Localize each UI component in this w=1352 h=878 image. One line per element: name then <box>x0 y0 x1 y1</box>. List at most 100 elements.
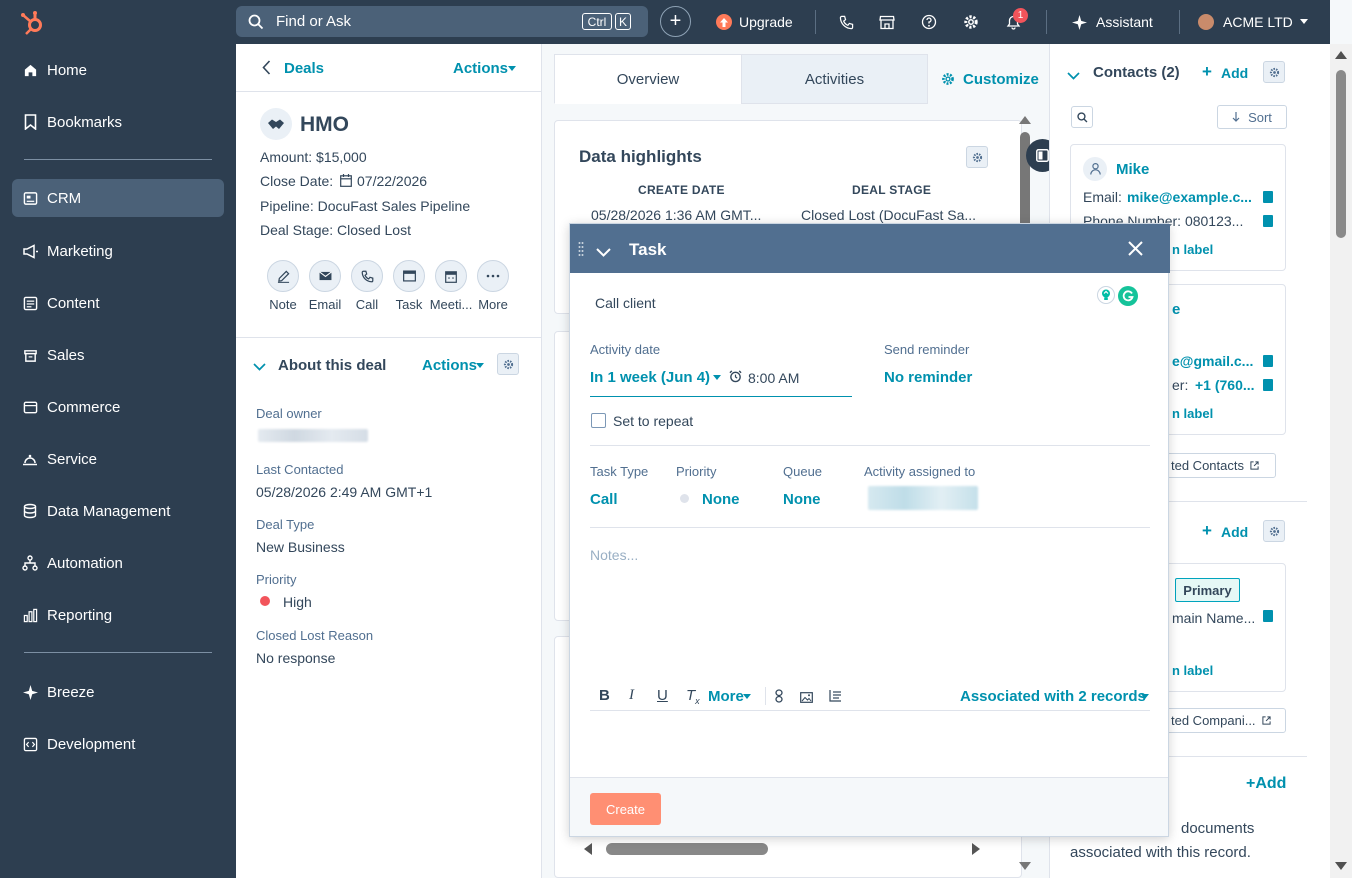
copy-icon[interactable] <box>1263 610 1273 622</box>
avatar[interactable] <box>1198 14 1214 30</box>
help-icon[interactable] <box>919 12 939 32</box>
copy-icon[interactable] <box>1263 215 1273 227</box>
email-button[interactable] <box>309 260 341 292</box>
add-company-button[interactable]: Add <box>1221 524 1248 540</box>
search-input[interactable]: Find or Ask Ctrl K <box>236 6 648 37</box>
contacts-settings-gear-icon[interactable] <box>1263 61 1285 83</box>
task-title-input[interactable]: Call client <box>595 295 656 311</box>
nav-item-bookmarks[interactable]: Bookmarks <box>12 103 224 141</box>
nav-item-data-management[interactable]: Data Management <box>12 492 224 530</box>
priority-value[interactable]: High <box>283 594 312 610</box>
upgrade-button[interactable]: Upgrade <box>739 14 793 30</box>
create-button[interactable]: Create <box>590 793 661 825</box>
deal-pipeline[interactable]: Pipeline: DocuFast Sales Pipeline <box>260 198 470 214</box>
customize-button[interactable]: Customize <box>963 71 1039 88</box>
scroll-up-arrow-icon[interactable] <box>1335 51 1347 59</box>
notes-editor[interactable]: Notes... <box>590 547 638 563</box>
nav-item-automation[interactable]: Automation <box>12 544 224 582</box>
call-button[interactable] <box>351 260 383 292</box>
italic-button[interactable]: I <box>629 687 634 704</box>
nav-item-home[interactable]: Home <box>12 51 224 89</box>
contact-name-link[interactable]: e <box>1172 301 1180 318</box>
closed-lost-reason-value[interactable]: No response <box>256 650 335 666</box>
contact-email-link[interactable]: e@gmail.c... <box>1172 353 1253 369</box>
association-label-link[interactable]: n label <box>1172 242 1213 257</box>
meeting-button[interactable] <box>435 260 467 292</box>
scroll-down-arrow-icon[interactable] <box>1335 862 1347 870</box>
account-name[interactable]: ACME LTD <box>1223 14 1293 30</box>
horizontal-scrollbar[interactable] <box>580 842 990 856</box>
marketplace-icon[interactable] <box>877 12 897 32</box>
chevron-left-icon[interactable] <box>262 60 271 78</box>
contact-name-link[interactable]: Mike <box>1116 161 1149 178</box>
add-contact-button[interactable]: Add <box>1221 65 1248 81</box>
nav-item-reporting[interactable]: Reporting <box>12 596 224 634</box>
activity-date-dropdown[interactable]: In 1 week (Jun 4) <box>590 369 710 386</box>
deal-stage[interactable]: Deal Stage: Closed Lost <box>260 222 411 238</box>
about-settings-gear-icon[interactable] <box>497 353 519 375</box>
task-button[interactable] <box>393 260 425 292</box>
create-new-button[interactable]: + <box>660 6 691 37</box>
nav-item-commerce[interactable]: Commerce <box>12 388 224 426</box>
image-icon[interactable] <box>800 690 813 706</box>
queue-dropdown[interactable]: None <box>783 491 821 508</box>
page-scrollbar[interactable] <box>1330 44 1352 878</box>
close-date-value[interactable]: 07/22/2026 <box>357 173 427 189</box>
highlights-settings-gear-icon[interactable] <box>966 146 988 168</box>
about-actions-dropdown[interactable]: Actions <box>422 357 477 374</box>
copy-icon[interactable] <box>1263 191 1273 203</box>
collapse-chevron-icon[interactable] <box>596 244 611 260</box>
contact-phone-link[interactable]: +1 (760... <box>1195 377 1255 393</box>
chevron-down-icon[interactable] <box>1067 67 1080 83</box>
scroll-thumb[interactable] <box>1336 70 1346 238</box>
tab-overview[interactable]: Overview <box>554 54 742 104</box>
nav-item-crm[interactable]: CRM <box>12 179 224 217</box>
associated-records-dropdown[interactable]: Associated with 2 records <box>960 688 1146 705</box>
deal-actions-dropdown[interactable]: Actions <box>453 60 508 77</box>
chevron-down-icon[interactable] <box>253 358 266 374</box>
scroll-up-arrow-icon[interactable] <box>1019 116 1031 124</box>
repeat-checkbox[interactable] <box>591 413 606 428</box>
settings-gear-icon[interactable] <box>961 12 981 32</box>
companies-settings-gear-icon[interactable] <box>1263 520 1285 542</box>
search-icon[interactable] <box>1071 106 1093 128</box>
association-label-link[interactable]: n label <box>1172 406 1213 421</box>
add-attachment-button[interactable]: +Add <box>1246 775 1286 793</box>
task-dialog-header[interactable]: Task <box>570 224 1170 273</box>
more-button[interactable] <box>477 260 509 292</box>
redacted-owner[interactable] <box>258 429 368 442</box>
task-type-dropdown[interactable]: Call <box>590 491 618 508</box>
scroll-down-arrow-icon[interactable] <box>1019 862 1031 870</box>
scroll-right-arrow-icon[interactable] <box>972 843 980 855</box>
hubspot-logo-icon[interactable] <box>20 10 46 36</box>
nav-item-marketing[interactable]: Marketing <box>12 232 224 270</box>
nav-item-sales[interactable]: Sales <box>12 336 224 374</box>
about-section-title[interactable]: About this deal <box>278 357 386 374</box>
copy-icon[interactable] <box>1263 355 1273 367</box>
send-reminder-dropdown[interactable]: No reminder <box>884 369 972 386</box>
nav-item-development[interactable]: Development <box>12 725 224 763</box>
snippet-icon[interactable] <box>829 689 842 705</box>
nav-item-content[interactable]: Content <box>12 284 224 322</box>
priority-dropdown[interactable]: None <box>702 491 740 508</box>
deals-back-link[interactable]: Deals <box>284 60 324 77</box>
drag-handle-icon[interactable] <box>578 241 584 260</box>
assigned-to-dropdown[interactable] <box>868 486 978 510</box>
chevron-down-icon[interactable] <box>1300 19 1308 24</box>
sort-button[interactable]: Sort <box>1217 105 1287 129</box>
alarm-clock-icon[interactable] <box>729 370 742 386</box>
association-label-link[interactable]: n label <box>1172 663 1213 678</box>
copy-icon[interactable] <box>1263 379 1273 391</box>
nav-item-breeze[interactable]: Breeze <box>12 673 224 711</box>
more-format-dropdown[interactable]: More <box>708 688 744 705</box>
nav-item-service[interactable]: Service <box>12 440 224 478</box>
clear-format-icon[interactable]: Tx <box>686 687 700 706</box>
link-icon[interactable] <box>775 689 783 706</box>
lightbulb-icon[interactable] <box>1097 286 1115 304</box>
horizontal-scroll-thumb[interactable] <box>606 843 768 855</box>
scroll-left-arrow-icon[interactable] <box>584 843 592 855</box>
close-icon[interactable] <box>1128 241 1143 259</box>
tab-activities[interactable]: Activities <box>741 54 928 104</box>
writing-assistant-icons[interactable] <box>1097 286 1141 308</box>
deal-type-value[interactable]: New Business <box>256 539 345 555</box>
